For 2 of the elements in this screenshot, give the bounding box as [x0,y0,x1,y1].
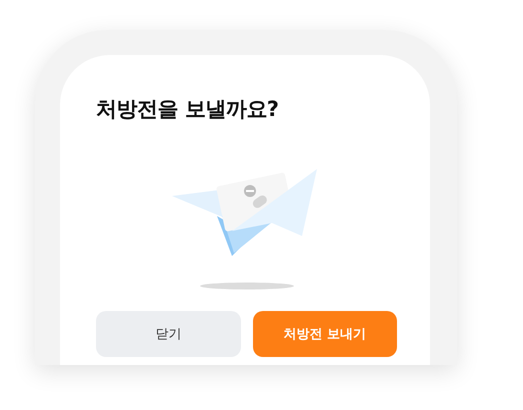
close-button[interactable]: 닫기 [96,311,240,357]
dialog-title: 처방전을 보낼까요? [96,96,280,123]
